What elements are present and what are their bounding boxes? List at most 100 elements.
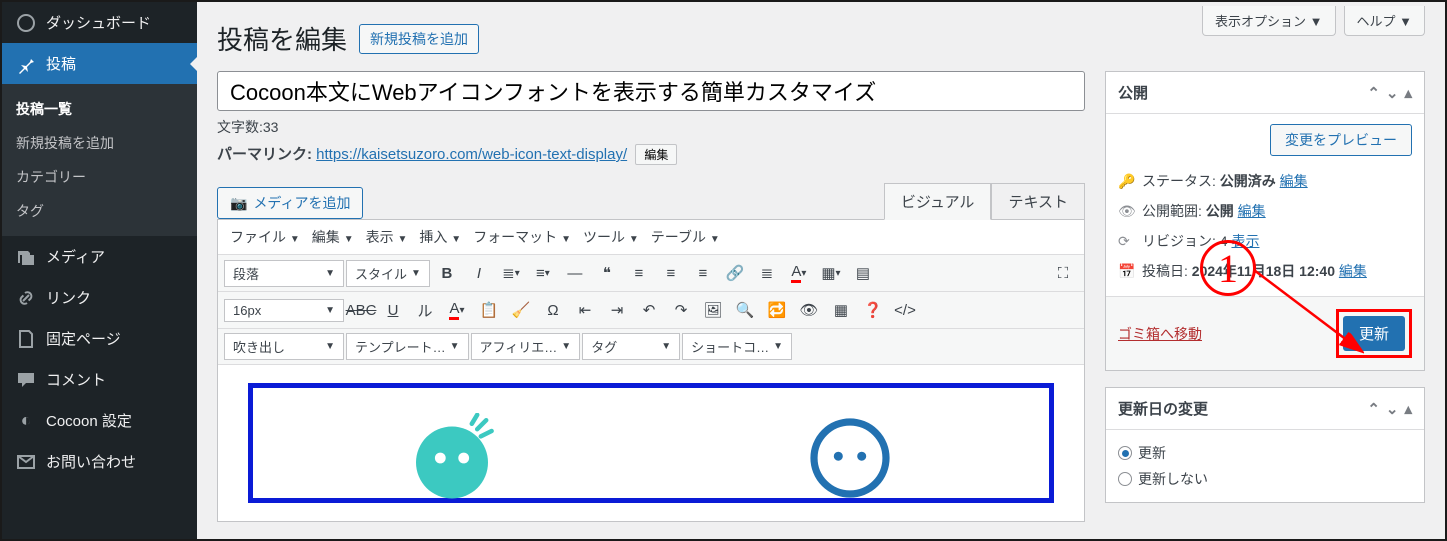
radio-no-update[interactable]: 更新しない	[1118, 466, 1412, 492]
menu-view[interactable]: 表示 ▼	[362, 225, 412, 249]
move-up-icon[interactable]: ⌃	[1367, 400, 1380, 418]
revision-link[interactable]: 表示	[1231, 233, 1259, 249]
editor-canvas[interactable]	[218, 365, 1084, 521]
permalink-link[interactable]: https://kaisetsuzoro.com/web-icon-text-d…	[316, 146, 627, 163]
fontsize-select[interactable]: 16px ▼	[224, 299, 344, 322]
undo-icon[interactable]: ↶	[634, 296, 664, 324]
sidebar-item-comments[interactable]: コメント	[2, 359, 197, 400]
indent-icon[interactable]: ⇥	[602, 296, 632, 324]
paste-icon[interactable]: 📋	[474, 296, 504, 324]
update-button[interactable]: 更新	[1343, 316, 1405, 351]
menu-table[interactable]: テーブル ▼	[647, 225, 724, 249]
sidebar-label: ダッシュボード	[46, 12, 151, 33]
trash-link[interactable]: ゴミ箱へ移動	[1118, 324, 1202, 344]
italic-icon[interactable]: I	[464, 259, 494, 287]
search-icon[interactable]: 🔍	[730, 296, 760, 324]
outdent-icon[interactable]: ⇤	[570, 296, 600, 324]
strikethrough-icon[interactable]: ABC	[346, 296, 376, 324]
sidebar-item-posts[interactable]: 投稿	[2, 43, 197, 84]
underline-icon[interactable]: U	[378, 296, 408, 324]
visibility-edit-link[interactable]: 編集	[1238, 203, 1266, 219]
date-edit-link[interactable]: 編集	[1339, 263, 1367, 279]
bgcolor-icon[interactable]: A▾	[442, 296, 472, 324]
permalink: パーマリンク: https://kaisetsuzoro.com/web-ico…	[217, 143, 1085, 165]
sidebar-item-dashboard[interactable]: ダッシュボード	[2, 2, 197, 43]
align-left-icon[interactable]: ≡	[624, 259, 654, 287]
move-down-icon[interactable]: ⌄	[1386, 400, 1399, 418]
redo-icon[interactable]: ↷	[666, 296, 696, 324]
format-select[interactable]: 段落 ▼	[224, 260, 344, 287]
visibility-line: 👁 公開範囲: 公開 編集	[1118, 196, 1412, 226]
status-line: 🔑 ステータス: 公開済み 編集	[1118, 166, 1412, 196]
move-down-icon[interactable]: ⌄	[1386, 84, 1399, 102]
add-new-button[interactable]: 新規投稿を追加	[359, 24, 479, 54]
bold-icon[interactable]: B	[432, 259, 462, 287]
help-tab[interactable]: ヘルプ ▼	[1344, 6, 1426, 36]
quote-icon[interactable]: ❝	[592, 259, 622, 287]
submenu-item-tag[interactable]: タグ	[2, 194, 197, 228]
sidebar-item-links[interactable]: リンク	[2, 277, 197, 318]
preview-button[interactable]: 変更をプレビュー	[1270, 124, 1412, 156]
menu-file[interactable]: ファイル ▼	[226, 225, 304, 249]
fullscreen-icon[interactable]: ⛶	[1048, 259, 1078, 287]
style-select[interactable]: スタイル ▼	[346, 260, 430, 287]
ruby-icon[interactable]: ル	[410, 296, 440, 324]
screen-options-tab[interactable]: 表示オプション ▼	[1202, 6, 1336, 36]
preview-icon[interactable]: 👁	[794, 296, 824, 324]
publish-metabox: 公開 ⌃ ⌄ ▴ 変更をプレビュー 🔑 ステータス: 公開済み 編集	[1105, 71, 1425, 371]
code-icon[interactable]: </>	[890, 296, 920, 324]
bullet-list-icon[interactable]: ≣▾	[496, 259, 526, 287]
menu-edit[interactable]: 編集 ▼	[308, 225, 358, 249]
tag-select[interactable]: タグ ▼	[582, 333, 680, 360]
tab-visual[interactable]: ビジュアル	[884, 183, 992, 220]
clear-icon[interactable]: 🧹	[506, 296, 536, 324]
sidebar-label: 投稿	[46, 53, 76, 74]
post-title-input[interactable]	[217, 71, 1085, 111]
template-select[interactable]: テンプレート… ▼	[346, 333, 469, 360]
menu-insert[interactable]: 挿入 ▼	[415, 225, 465, 249]
sidebar-item-cocoon[interactable]: ◐ Cocoon 設定	[2, 400, 197, 441]
shortcode-select[interactable]: ショートコ… ▼	[682, 333, 792, 360]
status-edit-link[interactable]: 編集	[1280, 173, 1308, 189]
sidebar-label: メディア	[46, 246, 105, 267]
sidebar-item-contact[interactable]: お問い合わせ	[2, 441, 197, 482]
sidebar-item-media[interactable]: メディア	[2, 236, 197, 277]
menu-format[interactable]: フォーマット ▼	[469, 225, 575, 249]
image-icon[interactable]: 🖼	[698, 296, 728, 324]
permalink-edit-button[interactable]: 編集	[635, 144, 677, 165]
tab-text[interactable]: テキスト	[991, 183, 1085, 219]
add-media-button[interactable]: 📷 メディアを追加	[217, 187, 363, 219]
hr-icon[interactable]: —	[560, 259, 590, 287]
submenu-item-add[interactable]: 新規投稿を追加	[2, 126, 197, 160]
number-list-icon[interactable]: ≡▾	[528, 259, 558, 287]
toolbar-toggle-icon[interactable]: ▤	[848, 259, 878, 287]
toggle-icon[interactable]: ▴	[1404, 84, 1412, 102]
sidebar-label: リンク	[46, 287, 91, 308]
date-line: 📅 投稿日: 2024年11月18日 12:40 編集	[1118, 256, 1412, 286]
comment-icon	[16, 370, 36, 390]
cell-icon[interactable]: ▦	[826, 296, 856, 324]
sidebar-item-pages[interactable]: 固定ページ	[2, 318, 197, 359]
align-center-icon[interactable]: ≡	[656, 259, 686, 287]
move-up-icon[interactable]: ⌃	[1367, 84, 1380, 102]
history-icon: ⟳	[1118, 233, 1134, 250]
update-date-metabox: 更新日の変更 ⌃ ⌄ ▴ 更新	[1105, 387, 1425, 503]
more-icon[interactable]: ≣	[752, 259, 782, 287]
radio-icon	[1118, 472, 1132, 486]
help-icon[interactable]: ❓	[858, 296, 888, 324]
page-icon	[16, 329, 36, 349]
balloon-select[interactable]: 吹き出し ▼	[224, 333, 344, 360]
radio-update[interactable]: 更新	[1118, 440, 1412, 466]
submenu-item-category[interactable]: カテゴリー	[2, 160, 197, 194]
toggle-icon[interactable]: ▴	[1404, 400, 1412, 418]
specialchar-icon[interactable]: Ω	[538, 296, 568, 324]
link-icon[interactable]: 🔗	[720, 259, 750, 287]
submenu-item-list[interactable]: 投稿一覧	[2, 92, 197, 126]
content-image	[248, 383, 1054, 503]
textcolor-icon[interactable]: A▾	[784, 259, 814, 287]
replace-icon[interactable]: 🔁	[762, 296, 792, 324]
affiliate-select[interactable]: アフィリエ… ▼	[471, 333, 581, 360]
align-right-icon[interactable]: ≡	[688, 259, 718, 287]
menu-tools[interactable]: ツール ▼	[579, 225, 643, 249]
table-icon[interactable]: ▦▾	[816, 259, 846, 287]
